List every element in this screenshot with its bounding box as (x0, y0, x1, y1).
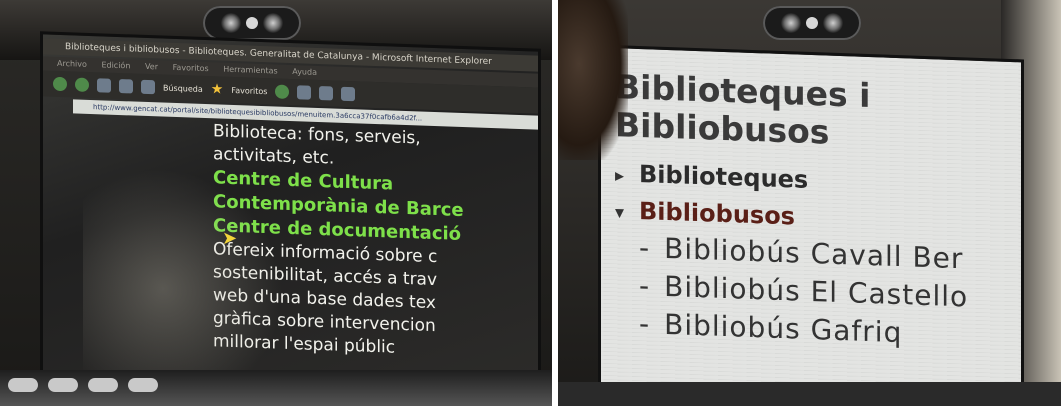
refresh-icon[interactable] (119, 79, 133, 94)
keyboard-key (8, 378, 38, 392)
page-content: Biblioteca: fons, serveis, activitats, e… (213, 120, 541, 365)
tree-item-label: Bibliobusos (639, 196, 795, 231)
right-photo-laptop-screen: Biblioteques i Bibliobusos ▸ Biblioteques… (558, 0, 1061, 406)
history-icon[interactable] (275, 84, 290, 99)
stop-icon[interactable] (97, 78, 111, 93)
home-icon[interactable] (141, 79, 155, 95)
webcam-icon (203, 6, 301, 40)
menu-item-help[interactable]: Ayuda (292, 67, 317, 77)
keyboard-key (128, 378, 158, 392)
menu-item-favorites[interactable]: Favoritos (173, 63, 209, 73)
mail-icon[interactable] (297, 85, 312, 100)
person-hair (558, 0, 628, 160)
keyboard-key (88, 378, 118, 392)
star-icon[interactable]: ★ (211, 81, 224, 97)
keyboard (558, 382, 1061, 406)
expanded-arrow-icon[interactable]: ▾ (615, 198, 639, 229)
search-button[interactable]: Búsqueda (163, 83, 203, 93)
browser-window: Biblioteques i bibliobusos - Biblioteque… (40, 31, 541, 406)
menu-item-file[interactable]: Archivo (57, 59, 87, 69)
page-content: Biblioteques i Bibliobusos ▸ Biblioteques… (615, 67, 1024, 357)
list-item-label: Bibliobús Gafriq (664, 307, 903, 350)
tree-item-label: Biblioteques (639, 159, 809, 194)
forward-icon[interactable] (75, 77, 89, 92)
menu-item-edit[interactable]: Edición (101, 60, 130, 70)
menu-item-view[interactable]: Ver (145, 62, 158, 71)
print-icon[interactable] (319, 86, 334, 101)
zoomed-screen: Biblioteques i Bibliobusos ▸ Biblioteques… (598, 44, 1024, 406)
photo-collage: Biblioteques i bibliobusos - Biblioteque… (0, 0, 1061, 406)
menu-item-tools[interactable]: Herramientas (223, 65, 278, 76)
left-photo-laptop-screen: Biblioteques i bibliobusos - Biblioteque… (0, 0, 552, 406)
keyboard (0, 370, 552, 406)
collapsed-arrow-icon[interactable]: ▸ (615, 161, 639, 192)
mouse-cursor-icon: ➤ (222, 228, 238, 249)
back-icon[interactable] (53, 76, 67, 92)
favorites-button[interactable]: Favoritos (231, 85, 267, 95)
folder-icon[interactable] (341, 86, 356, 102)
keyboard-key (48, 378, 78, 392)
webcam-icon (763, 6, 861, 40)
